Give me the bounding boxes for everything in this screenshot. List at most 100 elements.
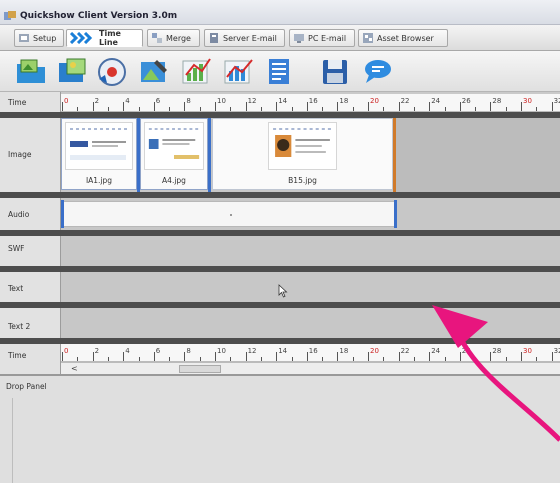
ruler-tick-label: 14 bbox=[278, 347, 288, 355]
add-audio-button[interactable] bbox=[95, 55, 129, 87]
ruler-minor-tick bbox=[505, 107, 507, 111]
ruler-major-tick bbox=[521, 102, 522, 111]
ruler-tick-label: 6 bbox=[155, 97, 161, 105]
chart-add-button[interactable] bbox=[222, 55, 256, 87]
save-button[interactable] bbox=[318, 55, 352, 87]
ruler-major-tick bbox=[153, 352, 155, 361]
ruler-minor-tick bbox=[383, 357, 385, 361]
ruler-minor-tick bbox=[107, 357, 109, 361]
merge-icon bbox=[152, 33, 162, 43]
ruler-minor-tick bbox=[169, 107, 171, 111]
folder-image-icon bbox=[17, 59, 45, 83]
pc-email-icon bbox=[294, 34, 304, 43]
folder-image-button[interactable] bbox=[14, 55, 48, 87]
ruler-minor-tick bbox=[475, 107, 477, 111]
ruler-tick-label: 18 bbox=[339, 97, 349, 105]
text2-track[interactable] bbox=[61, 308, 560, 338]
ruler-tick-label: 20 bbox=[370, 97, 379, 105]
ruler-major-tick bbox=[459, 352, 461, 361]
text2-row-label: Text 2 bbox=[8, 322, 31, 331]
edit-image-button[interactable] bbox=[137, 55, 171, 87]
ruler-major-tick bbox=[184, 102, 186, 111]
app-logo-icon bbox=[4, 11, 16, 20]
time-ruler-bottom[interactable]: 02468101214161820222426283032 bbox=[61, 344, 560, 362]
ruler-minor-tick bbox=[77, 357, 79, 361]
ruler-tick-label: 2 bbox=[94, 97, 100, 105]
asset-browser-icon bbox=[363, 33, 373, 43]
audio-end-marker[interactable] bbox=[394, 200, 397, 228]
clip-boundary-marker[interactable] bbox=[208, 118, 211, 192]
ruler-minor-tick bbox=[475, 357, 477, 361]
ruler-minor-tick bbox=[230, 357, 232, 361]
scrollbar-thumb[interactable] bbox=[179, 365, 221, 373]
audio-clip[interactable] bbox=[63, 201, 395, 227]
mouse-cursor-icon bbox=[278, 284, 288, 298]
chart-edit-icon bbox=[182, 58, 211, 84]
ruler-major-tick bbox=[123, 352, 125, 361]
ruler-minor-tick bbox=[352, 107, 354, 111]
ruler-tick-label: 22 bbox=[400, 97, 410, 105]
ruler-tick-label: 16 bbox=[308, 97, 318, 105]
ruler-minor-tick bbox=[260, 357, 262, 361]
image-clip[interactable]: B15.jpg bbox=[212, 118, 393, 190]
tab-merge[interactable]: Merge bbox=[147, 29, 200, 47]
image-clip[interactable]: A4.jpg bbox=[140, 118, 208, 190]
ruler-minor-tick bbox=[199, 357, 201, 361]
drop-panel[interactable]: Drop Panel bbox=[0, 374, 560, 483]
document-list-button[interactable] bbox=[262, 55, 296, 87]
tab-pc-email[interactable]: PC E-mail bbox=[289, 29, 355, 47]
chart-add-icon bbox=[224, 59, 253, 84]
ruler-major-tick bbox=[62, 352, 63, 361]
audio-track[interactable] bbox=[61, 198, 560, 230]
save-disk-icon bbox=[323, 60, 347, 84]
tab-server-email-label: Server E-mail bbox=[223, 33, 277, 43]
ruler-major-tick bbox=[153, 102, 155, 111]
tab-setup[interactable]: Setup bbox=[14, 29, 64, 47]
clip-end-marker[interactable] bbox=[393, 118, 396, 192]
image-track[interactable]: IA1.jpg A4.jpg B15.jpg bbox=[61, 118, 560, 192]
timeline-horizontal-scrollbar[interactable]: < bbox=[61, 362, 560, 374]
ruler-minor-tick bbox=[383, 107, 385, 111]
text-row-label: Text bbox=[8, 284, 24, 293]
ruler-minor-tick bbox=[291, 107, 293, 111]
ruler-minor-tick bbox=[291, 357, 293, 361]
ruler-minor-tick bbox=[138, 107, 140, 111]
server-email-icon bbox=[210, 33, 218, 43]
drop-panel-divider bbox=[12, 398, 13, 483]
image-track-empty bbox=[396, 118, 560, 192]
ruler-major-tick bbox=[245, 102, 247, 111]
tab-merge-label: Merge bbox=[166, 33, 191, 43]
ruler-minor-tick bbox=[107, 107, 109, 111]
ruler-major-tick bbox=[521, 352, 522, 361]
open-image-button[interactable] bbox=[55, 55, 89, 87]
ruler-minor-tick bbox=[138, 357, 140, 361]
ruler-tick-label: 30 bbox=[523, 347, 532, 355]
image-clip-caption: A4.jpg bbox=[162, 176, 186, 185]
ruler-tick-label: 28 bbox=[492, 347, 502, 355]
ruler-tick-label: 6 bbox=[155, 347, 161, 355]
time-ruler-top[interactable]: 02468101214161820222426283032 bbox=[61, 94, 560, 112]
text-track[interactable] bbox=[61, 272, 560, 302]
ruler-minor-tick bbox=[413, 107, 415, 111]
swf-track[interactable] bbox=[61, 236, 560, 266]
tab-asset-browser[interactable]: Asset Browser bbox=[358, 29, 448, 47]
image-clip-caption: IA1.jpg bbox=[85, 176, 113, 185]
ruler-minor-tick bbox=[536, 107, 538, 111]
image-thumbnail bbox=[268, 122, 337, 170]
help-button[interactable] bbox=[360, 55, 394, 87]
timeline-arrows-icon bbox=[70, 32, 93, 44]
tab-server-email[interactable]: Server E-mail bbox=[204, 29, 285, 47]
ruler-tick-label: 26 bbox=[461, 347, 471, 355]
ruler-tick-label: 2 bbox=[94, 347, 100, 355]
audio-start-marker[interactable] bbox=[61, 200, 64, 228]
chart-edit-button[interactable] bbox=[180, 55, 214, 87]
ruler-major-tick bbox=[245, 352, 247, 361]
image-clip[interactable]: IA1.jpg bbox=[61, 118, 137, 190]
ruler-major-tick bbox=[368, 102, 369, 111]
main-tab-bar: Setup Time Line Merge Server E-mail PC E… bbox=[0, 25, 560, 51]
scroll-left-button[interactable]: < bbox=[71, 364, 81, 374]
ruler-major-tick bbox=[62, 102, 63, 111]
ruler-tick-label: 30 bbox=[523, 97, 532, 105]
ruler-tick-label: 0 bbox=[64, 347, 69, 355]
tab-time-line[interactable]: Time Line bbox=[66, 29, 143, 47]
